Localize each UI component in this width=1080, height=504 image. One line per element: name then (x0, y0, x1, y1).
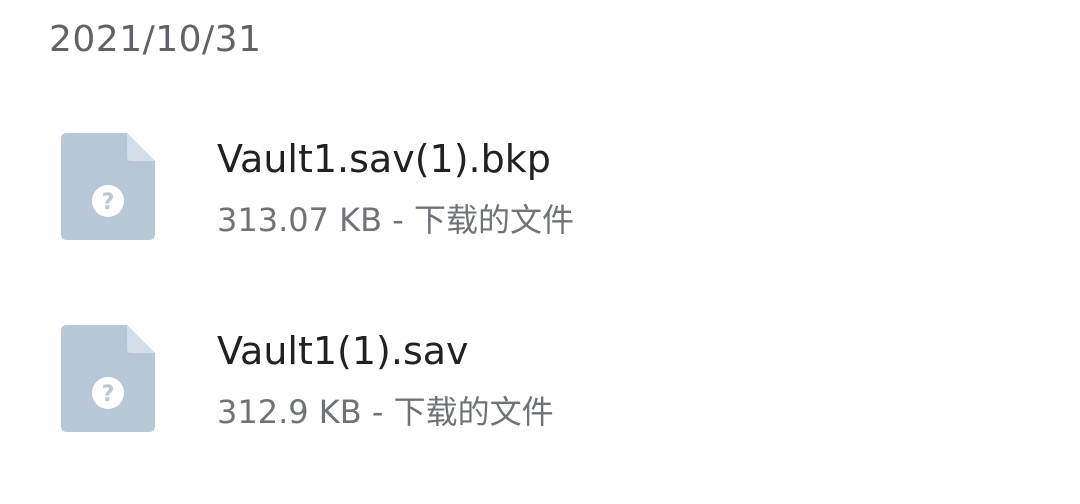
file-name: Vault1(1).sav (217, 329, 469, 373)
meta-separator: - (392, 201, 404, 239)
unknown-file-icon: ? (61, 325, 155, 432)
file-list-page: 2021/10/31 ? Vault1.sav(1).bkp 313.07 KB… (0, 0, 1080, 504)
file-list-item[interactable]: ? Vault1.sav(1).bkp 313.07 KB - 下载的文件 (0, 115, 1080, 265)
file-meta: 312.9 KB - 下载的文件 (217, 391, 554, 433)
file-meta: 313.07 KB - 下载的文件 (217, 199, 574, 241)
file-size: 312.9 KB (217, 393, 362, 431)
unknown-file-icon: ? (61, 133, 155, 240)
file-size: 313.07 KB (217, 201, 383, 239)
svg-text:?: ? (102, 382, 115, 407)
date-group-header: 2021/10/31 (49, 19, 262, 60)
file-list-item[interactable]: ? Vault1(1).sav 312.9 KB - 下载的文件 (0, 307, 1080, 457)
file-name: Vault1.sav(1).bkp (217, 137, 551, 181)
meta-separator: - (371, 393, 384, 431)
svg-text:?: ? (102, 190, 115, 215)
file-source: 下载的文件 (413, 201, 574, 239)
file-source: 下载的文件 (393, 393, 554, 431)
